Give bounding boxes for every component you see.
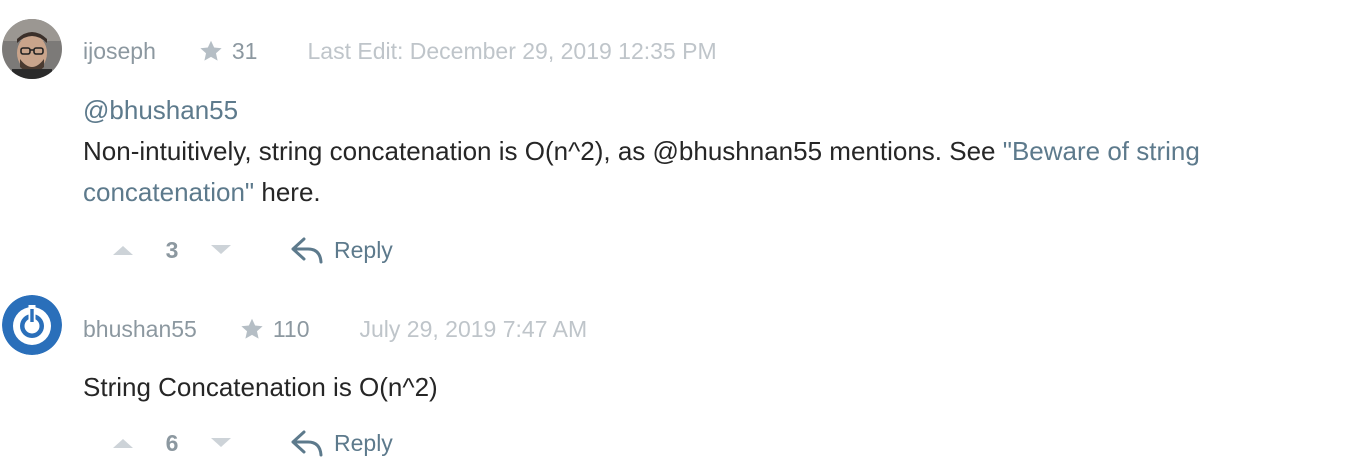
reputation-count: 31: [231, 37, 258, 64]
timestamp: July 29, 2019 7:47 AM: [359, 315, 588, 342]
comment-body: String Concatenation is O(n^2): [83, 367, 1348, 408]
vote-count: 3: [165, 236, 179, 263]
downvote-button[interactable]: [208, 237, 234, 263]
comment-text: String Concatenation is O(n^2): [83, 372, 438, 402]
comment-text-end: here.: [254, 177, 321, 207]
avatar[interactable]: [2, 19, 62, 79]
comment-meta: bhushan55 110 July 29, 2019 7:47 AM: [83, 314, 587, 344]
comment: bhushan55 110 July 29, 2019 7:47 AM Stri…: [0, 278, 1354, 460]
comment-body: @bhushan55 Non-intuitively, string conca…: [83, 90, 1348, 213]
reply-label: Reply: [334, 429, 393, 456]
reply-arrow-icon: [290, 428, 324, 458]
chevron-down-icon: [211, 245, 231, 254]
chevron-up-icon: [113, 246, 133, 255]
avatar[interactable]: [2, 295, 62, 355]
timestamp: Last Edit: December 29, 2019 12:35 PM: [307, 37, 717, 64]
downvote-button[interactable]: [208, 430, 234, 456]
star-icon: [198, 38, 224, 64]
username[interactable]: bhushan55: [83, 316, 197, 343]
comment-actions: 6 Reply: [110, 423, 393, 463]
vote-count: 6: [165, 429, 179, 456]
reply-button[interactable]: Reply: [290, 428, 393, 458]
reputation-count: 110: [272, 315, 310, 342]
comment-text: Non-intuitively, string concatenation is…: [83, 136, 1003, 166]
mention-link[interactable]: @bhushan55: [83, 90, 1348, 131]
reply-arrow-icon: [290, 235, 324, 265]
upvote-button[interactable]: [110, 237, 136, 263]
chevron-down-icon: [211, 438, 231, 447]
username[interactable]: ijoseph: [83, 38, 156, 65]
reply-label: Reply: [334, 236, 393, 263]
reply-button[interactable]: Reply: [290, 235, 393, 265]
upvote-button[interactable]: [110, 430, 136, 456]
comment-meta: ijoseph 31 Last Edit: December 29, 2019 …: [83, 36, 717, 66]
comment: ijoseph 31 Last Edit: December 29, 2019 …: [0, 0, 1354, 276]
star-icon: [239, 316, 265, 342]
chevron-up-icon: [113, 439, 133, 448]
comment-actions: 3 Reply: [110, 230, 393, 270]
